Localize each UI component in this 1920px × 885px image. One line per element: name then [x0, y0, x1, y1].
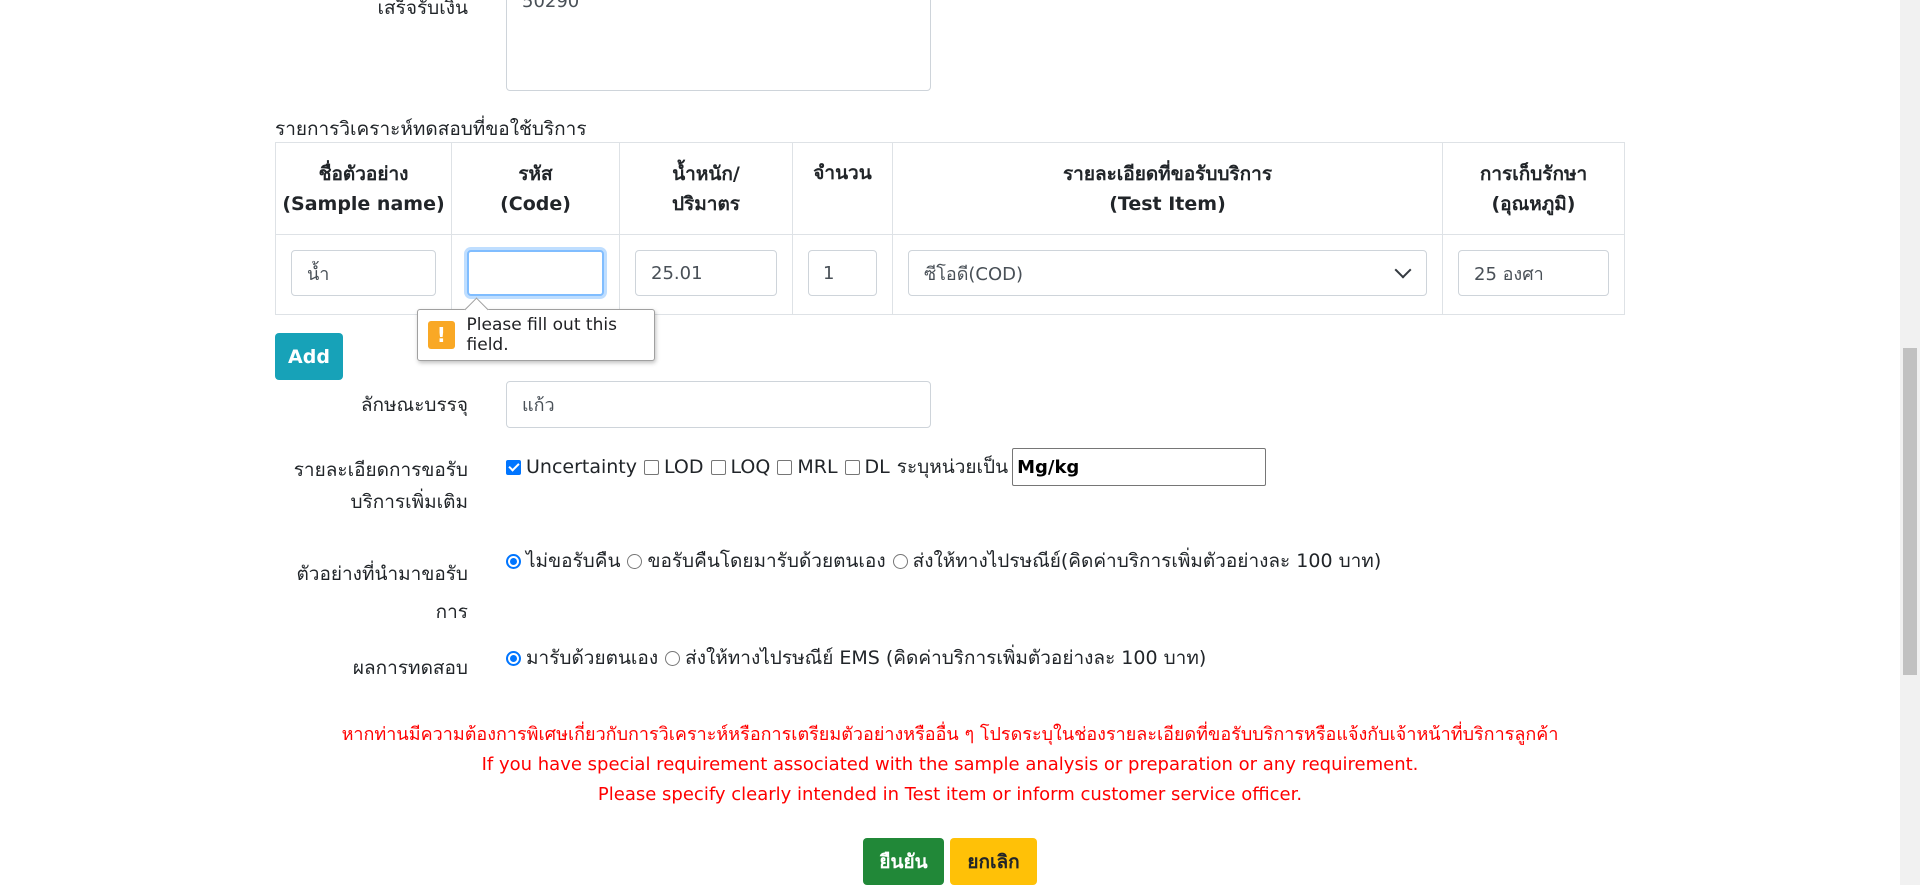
cell-storage: 25 องศา: [1442, 234, 1625, 315]
cell-test-item: ซีโอดี(COD): [892, 234, 1443, 315]
test-item-selected: ซีโอดี(COD): [924, 263, 1024, 285]
header-quantity: จำนวน: [792, 142, 893, 235]
result-options: มารับด้วยตนเอง ส่งให้ทางไปรษณีย์ EMS (คิ…: [506, 645, 1206, 671]
receipt-textarea[interactable]: 50290: [506, 0, 931, 91]
uncertainty-checkbox[interactable]: [506, 459, 521, 475]
post-return-radio[interactable]: [892, 553, 908, 569]
sample-return-options: ไม่ขอรับคืน ขอรับคืนโดยมารับด้วยตนเอง ส่…: [506, 548, 1381, 574]
analysis-header-row: ชื่อตัวอย่าง (Sample name) รหัส (Code) น้ำ…: [275, 142, 1625, 235]
mrl-label: MRL: [797, 456, 838, 478]
storage-input[interactable]: 25 องศา: [1458, 250, 1609, 296]
header-code: รหัส (Code): [451, 142, 620, 235]
unit-label: ระบุหน่วยเป็น: [896, 456, 1009, 478]
validation-tooltip: ! Please fill out this field.: [417, 309, 655, 361]
cell-weight: 25.01: [619, 234, 793, 315]
header-storage: การเก็บรักษา (อุณหภูมิ): [1442, 142, 1625, 235]
quantity-input[interactable]: 1: [808, 250, 877, 296]
self-pickup-return-label: ขอรับคืนโดยมารับด้วยตนเอง: [647, 550, 886, 572]
result-self-pickup-label: มารับด้วยตนเอง: [526, 647, 659, 669]
cell-sample-name: น้ำ: [275, 234, 452, 315]
dl-label: DL: [864, 456, 890, 478]
packaging-label: ลักษณะบรรจุ: [360, 394, 468, 416]
analysis-table: ชื่อตัวอย่าง (Sample name) รหัส (Code) น้ำ…: [275, 142, 1625, 315]
header-test-item: รายละเอียดที่ขอรับบริการ (Test Item): [892, 142, 1443, 235]
analysis-caption: รายการวิเคราะห์ทดสอบที่ขอใช้บริการ: [275, 118, 587, 140]
receipt-label: เสร็จรับเงิน: [377, 0, 468, 19]
confirm-button[interactable]: ยืนยัน: [863, 838, 944, 885]
scrollbar-thumb[interactable]: [1903, 348, 1917, 675]
lod-label: LOD: [664, 456, 704, 478]
no-return-label: ไม่ขอรับคืน: [526, 550, 621, 572]
weight-input[interactable]: 25.01: [635, 250, 777, 296]
mrl-checkbox[interactable]: [777, 459, 793, 475]
test-item-select[interactable]: ซีโอดี(COD): [908, 250, 1427, 296]
dl-checkbox[interactable]: [844, 459, 860, 475]
result-ems-radio[interactable]: [665, 650, 681, 666]
cell-quantity: 1: [792, 234, 893, 315]
sample-return-label: ตัวอย่างที่นำมาขอรับ การ: [296, 563, 468, 623]
warning-icon: !: [428, 321, 455, 349]
notice-english-2: Please specify clearly intended in Test …: [597, 784, 1303, 805]
unit-input[interactable]: Mg/kg: [1012, 448, 1267, 486]
extra-details-options: Uncertainty LOD LOQ MRL DL ระบุหน่วยเป็น…: [506, 448, 1267, 486]
uncertainty-label: Uncertainty: [526, 456, 638, 478]
loq-label: LOQ: [730, 456, 771, 478]
chevron-down-icon: [1394, 261, 1412, 279]
lod-checkbox[interactable]: [644, 459, 660, 475]
header-sample-name: ชื่อตัวอย่าง (Sample name): [275, 142, 452, 235]
result-ems-label: ส่งให้ทางไปรษณีย์ EMS (คิดค่าบริการเพิ่ม…: [685, 647, 1207, 669]
tooltip-text: Please fill out this field.: [466, 315, 617, 355]
result-label: ผลการทดสอบ: [352, 657, 468, 679]
cancel-button[interactable]: ยกเลิก: [950, 838, 1037, 885]
post-return-label: ส่งให้ทางไปรษณีย์(คิดค่าบริการเพิ่มตัวอย…: [912, 550, 1382, 572]
notice-thai: หากท่านมีความต้องการพิเศษเกี่ยวกับการวิเ…: [341, 724, 1559, 745]
sample-name-input[interactable]: น้ำ: [291, 250, 436, 296]
self-pickup-return-radio[interactable]: [627, 553, 643, 569]
header-weight: น้ำหนัก/ปริมาตร: [619, 142, 793, 235]
loq-checkbox[interactable]: [710, 459, 726, 475]
add-button[interactable]: Add: [275, 333, 343, 380]
code-input[interactable]: [467, 250, 604, 296]
extra-details-label: รายละเอียดการขอรับ บริการเพิ่มเติม: [293, 459, 468, 513]
packaging-input[interactable]: แก้ว: [506, 381, 931, 428]
no-return-radio[interactable]: [506, 553, 521, 569]
notice-english-1: If you have special requirement associat…: [481, 754, 1419, 775]
result-self-pickup-radio[interactable]: [506, 650, 521, 666]
